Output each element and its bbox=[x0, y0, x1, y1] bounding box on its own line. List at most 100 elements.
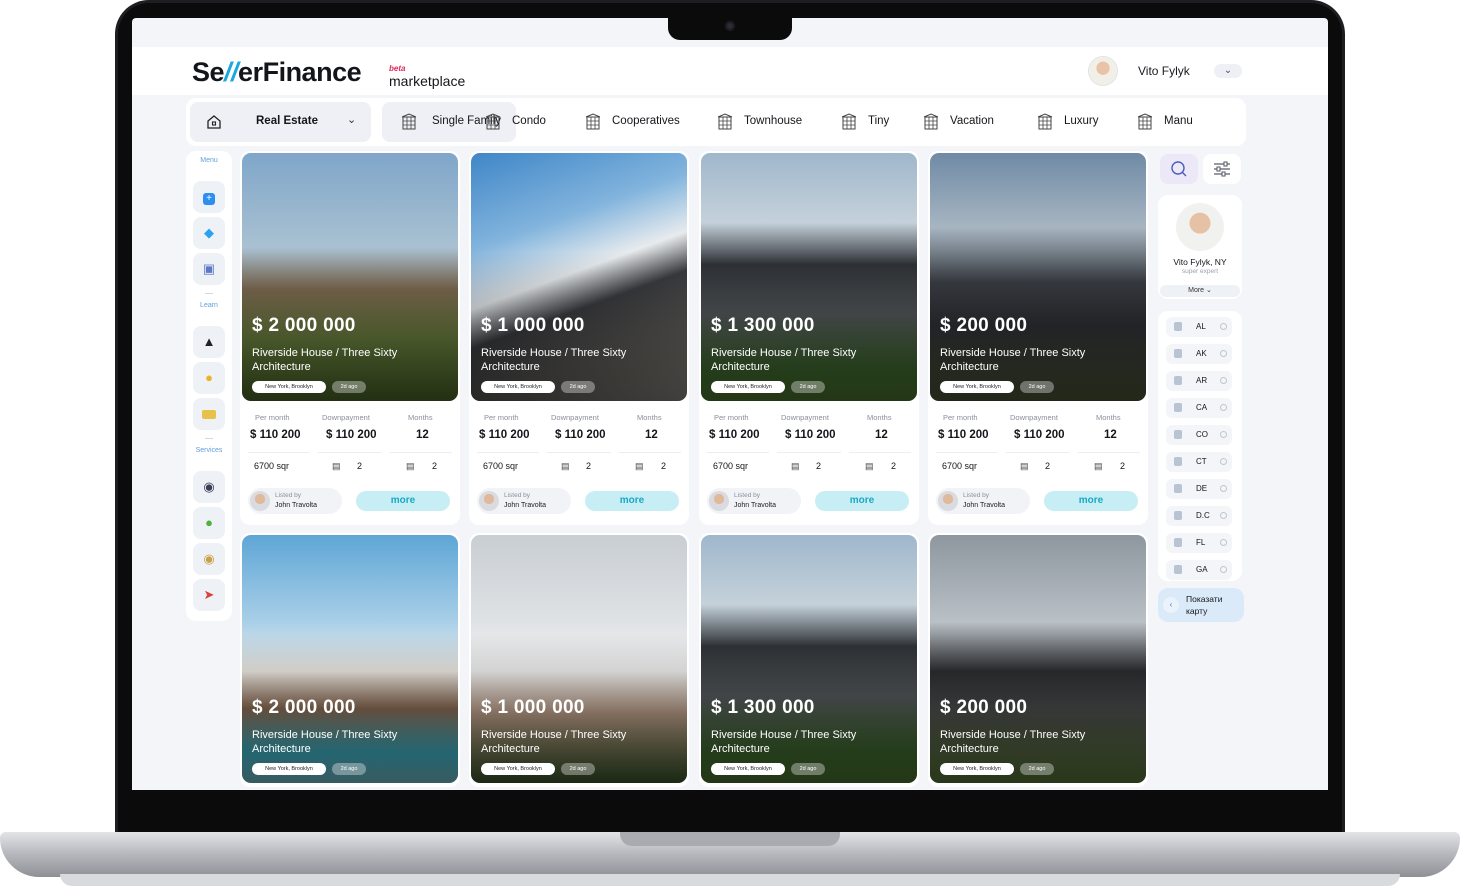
divider bbox=[777, 452, 841, 453]
more-button[interactable]: more bbox=[1044, 491, 1138, 511]
state-filter-item[interactable]: CT bbox=[1166, 452, 1232, 472]
states-filter-list: AL AK AR CA CO CT DE D.C FL GA bbox=[1158, 311, 1242, 581]
rocket-icon[interactable]: ➤ bbox=[193, 579, 225, 611]
state-filter-item[interactable]: DE bbox=[1166, 479, 1232, 499]
state-shape-icon bbox=[1174, 349, 1182, 358]
baths-value: 2 bbox=[1120, 461, 1126, 471]
age-tag: 2d ago bbox=[332, 763, 366, 775]
search-button[interactable] bbox=[1160, 154, 1198, 184]
state-radio[interactable] bbox=[1220, 512, 1227, 519]
category-item[interactable]: Townhouse bbox=[710, 102, 822, 142]
state-radio[interactable] bbox=[1220, 350, 1227, 357]
bath-icon: ▤ bbox=[1094, 461, 1103, 471]
user-name[interactable]: Vito Fylyk bbox=[1138, 64, 1190, 78]
logo[interactable]: Se//erFinance bbox=[192, 57, 362, 88]
category-item[interactable]: Luxury bbox=[1030, 102, 1118, 142]
state-radio[interactable] bbox=[1220, 485, 1227, 492]
listing-card[interactable]: $ 1 300 000 Riverside House / Three Sixty… bbox=[699, 533, 919, 787]
state-filter-item[interactable]: CA bbox=[1166, 398, 1232, 418]
state-filter-item[interactable]: D.C bbox=[1166, 506, 1232, 526]
baths-value: 2 bbox=[891, 461, 897, 471]
bath-icon: ▤ bbox=[635, 461, 644, 471]
mailbox-icon[interactable]: ▣ bbox=[193, 253, 225, 285]
state-radio[interactable] bbox=[1220, 539, 1227, 546]
state-filter-item[interactable]: AK bbox=[1166, 344, 1232, 364]
state-radio[interactable] bbox=[1220, 377, 1227, 384]
graduation-cap-icon[interactable]: ▲ bbox=[193, 326, 225, 358]
listing-price: $ 2 000 000 bbox=[252, 315, 356, 336]
listing-photo[interactable]: $ 1 000 000 Riverside House / Three Sixty… bbox=[471, 153, 687, 401]
state-filter-item[interactable]: AR bbox=[1166, 371, 1232, 391]
per-month-value: $ 110 200 bbox=[709, 429, 760, 441]
diamond-icon[interactable]: ◆ bbox=[193, 217, 225, 249]
chevron-down-icon[interactable]: ⌄ bbox=[1214, 64, 1242, 78]
category-dropdown[interactable]: Real Estate ⌄ bbox=[190, 102, 371, 142]
filter-button[interactable] bbox=[1203, 154, 1241, 184]
state-filter-item[interactable]: CO bbox=[1166, 425, 1232, 445]
per-month-label: Per month bbox=[714, 413, 749, 422]
more-button[interactable]: more bbox=[815, 491, 909, 511]
state-radio[interactable] bbox=[1220, 566, 1227, 573]
listing-photo[interactable]: $ 1 300 000 Riverside House / Three Sixty… bbox=[701, 535, 917, 783]
listing-photo[interactable]: $ 2 000 000 Riverside House / Three Sixty… bbox=[242, 153, 458, 401]
category-item[interactable]: Manu bbox=[1130, 102, 1220, 142]
learn-section-title: Learn bbox=[200, 302, 218, 309]
listing-card[interactable]: $ 1 300 000 Riverside House / Three Sixty… bbox=[699, 151, 919, 525]
state-filter-item[interactable]: AL bbox=[1166, 317, 1232, 337]
listing-photo[interactable]: $ 1 000 000 Riverside House / Three Sixty… bbox=[471, 535, 687, 783]
money-bag-icon[interactable]: ◉ bbox=[193, 543, 225, 575]
category-item[interactable]: Cooperatives bbox=[578, 102, 698, 142]
per-month-label: Per month bbox=[255, 413, 290, 422]
listing-photo[interactable]: $ 1 300 000 Riverside House / Three Sixty… bbox=[701, 153, 917, 401]
state-radio[interactable] bbox=[1220, 404, 1227, 411]
listing-card[interactable]: $ 200 000 Riverside House / Three Sixty A… bbox=[928, 151, 1148, 525]
listing-card[interactable]: $ 1 000 000 Riverside House / Three Sixty… bbox=[469, 151, 689, 525]
credit-card-icon[interactable] bbox=[193, 398, 225, 430]
officer-icon[interactable]: ◉ bbox=[193, 471, 225, 503]
months-value: 12 bbox=[1104, 429, 1117, 441]
user-avatar[interactable] bbox=[1089, 57, 1117, 85]
category-item[interactable]: Tiny bbox=[834, 102, 904, 142]
divider bbox=[936, 452, 998, 453]
listed-by-chip[interactable]: Listed by John Travolta bbox=[707, 488, 801, 514]
age-tag: 2d ago bbox=[1020, 381, 1054, 393]
listing-photo[interactable]: $ 200 000 Riverside House / Three Sixty A… bbox=[930, 153, 1146, 401]
plus-icon[interactable]: + bbox=[193, 181, 225, 213]
listing-card[interactable]: $ 200 000 Riverside House / Three Sixty A… bbox=[928, 533, 1148, 787]
home-icon bbox=[207, 115, 221, 129]
state-radio[interactable] bbox=[1220, 323, 1227, 330]
listing-title: Riverside House / Three Sixty Architectu… bbox=[481, 347, 627, 373]
listed-by-chip[interactable]: Listed by John Travolta bbox=[936, 488, 1030, 514]
listing-photo[interactable]: $ 2 000 000 Riverside House / Three Sixty… bbox=[242, 535, 458, 783]
show-map-button[interactable]: ‹ Показати карту bbox=[1158, 588, 1244, 622]
more-button[interactable]: more bbox=[356, 491, 450, 511]
state-shape-icon bbox=[1174, 538, 1182, 547]
handshake-icon[interactable]: ● bbox=[193, 362, 225, 394]
state-radio[interactable] bbox=[1220, 458, 1227, 465]
lister-name: John Travolta bbox=[275, 502, 318, 509]
state-filter-item[interactable]: FL bbox=[1166, 533, 1232, 553]
divider bbox=[205, 293, 213, 294]
listed-by-chip[interactable]: Listed by John Travolta bbox=[477, 488, 571, 514]
category-item-label: Condo bbox=[512, 115, 546, 127]
state-radio[interactable] bbox=[1220, 431, 1227, 438]
laptop-base-notch bbox=[620, 832, 840, 846]
state-label: AR bbox=[1196, 376, 1208, 385]
expert-more-button[interactable]: More ⌄ bbox=[1160, 285, 1240, 297]
listed-by-chip[interactable]: Listed by John Travolta bbox=[248, 488, 342, 514]
area-value: 6700 sqr bbox=[713, 461, 749, 471]
apple-icon[interactable]: ● bbox=[193, 507, 225, 539]
divider bbox=[547, 452, 611, 453]
category-item[interactable]: Vacation bbox=[916, 102, 1020, 142]
listing-card[interactable]: $ 1 000 000 Riverside House / Three Sixty… bbox=[469, 533, 689, 787]
expert-avatar[interactable] bbox=[1176, 203, 1224, 251]
downpayment-label: Downpayment bbox=[1010, 413, 1058, 422]
listing-card[interactable]: $ 2 000 000 Riverside House / Three Sixty… bbox=[240, 151, 460, 525]
listing-photo[interactable]: $ 200 000 Riverside House / Three Sixty A… bbox=[930, 535, 1146, 783]
category-item[interactable]: Condo bbox=[478, 102, 566, 142]
state-shape-icon bbox=[1174, 565, 1182, 574]
state-filter-item[interactable]: GA bbox=[1166, 560, 1232, 580]
logo-slashes: // bbox=[224, 57, 239, 87]
listing-card[interactable]: $ 2 000 000 Riverside House / Three Sixty… bbox=[240, 533, 460, 787]
more-button[interactable]: more bbox=[585, 491, 679, 511]
